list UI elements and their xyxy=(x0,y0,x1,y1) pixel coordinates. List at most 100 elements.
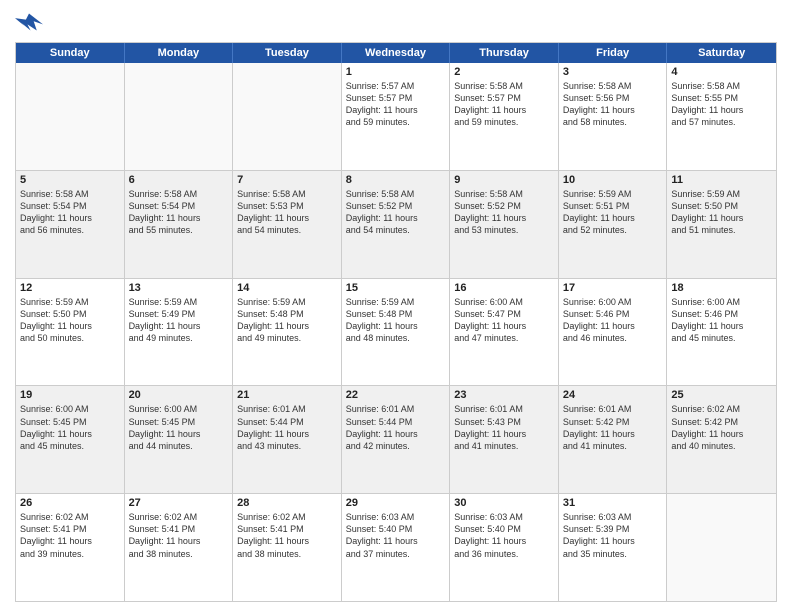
calendar-cell: 17Sunrise: 6:00 AMSunset: 5:46 PMDayligh… xyxy=(559,279,668,386)
calendar-cell: 27Sunrise: 6:02 AMSunset: 5:41 PMDayligh… xyxy=(125,494,234,601)
cell-info-line: and 58 minutes. xyxy=(563,116,663,128)
cell-info-line: Sunset: 5:49 PM xyxy=(129,308,229,320)
cell-info-line: Sunset: 5:53 PM xyxy=(237,200,337,212)
cell-info-line: and 39 minutes. xyxy=(20,548,120,560)
day-number: 6 xyxy=(129,174,229,186)
calendar-cell: 30Sunrise: 6:03 AMSunset: 5:40 PMDayligh… xyxy=(450,494,559,601)
calendar-cell: 21Sunrise: 6:01 AMSunset: 5:44 PMDayligh… xyxy=(233,386,342,493)
day-number: 9 xyxy=(454,174,554,186)
cell-info-line: Sunset: 5:54 PM xyxy=(129,200,229,212)
cell-info-line: and 41 minutes. xyxy=(563,440,663,452)
cell-info-line: and 54 minutes. xyxy=(237,224,337,236)
calendar-cell: 1Sunrise: 5:57 AMSunset: 5:57 PMDaylight… xyxy=(342,63,451,170)
cell-info-line: and 38 minutes. xyxy=(237,548,337,560)
cell-info-line: Sunrise: 6:01 AM xyxy=(346,403,446,415)
cell-info-line: Sunrise: 6:03 AM xyxy=(454,511,554,523)
calendar-cell: 12Sunrise: 5:59 AMSunset: 5:50 PMDayligh… xyxy=(16,279,125,386)
header-day-thursday: Thursday xyxy=(450,43,559,63)
calendar-cell: 15Sunrise: 5:59 AMSunset: 5:48 PMDayligh… xyxy=(342,279,451,386)
day-number: 16 xyxy=(454,282,554,294)
calendar-cell: 4Sunrise: 5:58 AMSunset: 5:55 PMDaylight… xyxy=(667,63,776,170)
calendar-cell: 8Sunrise: 5:58 AMSunset: 5:52 PMDaylight… xyxy=(342,171,451,278)
calendar-cell: 13Sunrise: 5:59 AMSunset: 5:49 PMDayligh… xyxy=(125,279,234,386)
cell-info-line: and 51 minutes. xyxy=(671,224,772,236)
day-number: 28 xyxy=(237,497,337,509)
calendar-cell: 28Sunrise: 6:02 AMSunset: 5:41 PMDayligh… xyxy=(233,494,342,601)
calendar-cell: 2Sunrise: 5:58 AMSunset: 5:57 PMDaylight… xyxy=(450,63,559,170)
calendar-cell: 10Sunrise: 5:59 AMSunset: 5:51 PMDayligh… xyxy=(559,171,668,278)
cell-info-line: Sunset: 5:50 PM xyxy=(671,200,772,212)
calendar-cell: 24Sunrise: 6:01 AMSunset: 5:42 PMDayligh… xyxy=(559,386,668,493)
cell-info-line: Sunrise: 5:59 AM xyxy=(346,296,446,308)
calendar-cell: 26Sunrise: 6:02 AMSunset: 5:41 PMDayligh… xyxy=(16,494,125,601)
calendar-cell: 29Sunrise: 6:03 AMSunset: 5:40 PMDayligh… xyxy=(342,494,451,601)
cell-info-line: Daylight: 11 hours xyxy=(671,104,772,116)
calendar-cell: 23Sunrise: 6:01 AMSunset: 5:43 PMDayligh… xyxy=(450,386,559,493)
cell-info-line: Sunset: 5:55 PM xyxy=(671,92,772,104)
day-number: 7 xyxy=(237,174,337,186)
cell-info-line: Sunrise: 5:59 AM xyxy=(129,296,229,308)
calendar-cell xyxy=(667,494,776,601)
cell-info-line: Daylight: 11 hours xyxy=(454,104,554,116)
cell-info-line: and 40 minutes. xyxy=(671,440,772,452)
cell-info-line: Daylight: 11 hours xyxy=(237,212,337,224)
cell-info-line: Sunset: 5:43 PM xyxy=(454,416,554,428)
day-number: 26 xyxy=(20,497,120,509)
header-day-wednesday: Wednesday xyxy=(342,43,451,63)
cell-info-line: Daylight: 11 hours xyxy=(129,212,229,224)
cell-info-line: and 37 minutes. xyxy=(346,548,446,560)
cell-info-line: Sunset: 5:46 PM xyxy=(563,308,663,320)
calendar-row-3: 19Sunrise: 6:00 AMSunset: 5:45 PMDayligh… xyxy=(16,385,776,493)
cell-info-line: Daylight: 11 hours xyxy=(20,428,120,440)
logo-icon xyxy=(15,10,43,34)
cell-info-line: Daylight: 11 hours xyxy=(563,104,663,116)
calendar-row-0: 1Sunrise: 5:57 AMSunset: 5:57 PMDaylight… xyxy=(16,63,776,170)
cell-info-line: Sunset: 5:48 PM xyxy=(346,308,446,320)
cell-info-line: Sunrise: 5:58 AM xyxy=(671,80,772,92)
calendar-cell: 3Sunrise: 5:58 AMSunset: 5:56 PMDaylight… xyxy=(559,63,668,170)
day-number: 13 xyxy=(129,282,229,294)
day-number: 23 xyxy=(454,389,554,401)
cell-info-line: Sunrise: 5:57 AM xyxy=(346,80,446,92)
day-number: 3 xyxy=(563,66,663,78)
calendar-cell: 31Sunrise: 6:03 AMSunset: 5:39 PMDayligh… xyxy=(559,494,668,601)
day-number: 14 xyxy=(237,282,337,294)
cell-info-line: and 59 minutes. xyxy=(454,116,554,128)
header-day-friday: Friday xyxy=(559,43,668,63)
calendar-cell: 18Sunrise: 6:00 AMSunset: 5:46 PMDayligh… xyxy=(667,279,776,386)
cell-info-line: and 49 minutes. xyxy=(129,332,229,344)
cell-info-line: Daylight: 11 hours xyxy=(346,104,446,116)
cell-info-line: Sunrise: 5:58 AM xyxy=(563,80,663,92)
cell-info-line: and 45 minutes. xyxy=(671,332,772,344)
cell-info-line: Daylight: 11 hours xyxy=(20,212,120,224)
cell-info-line: Daylight: 11 hours xyxy=(671,320,772,332)
header-day-saturday: Saturday xyxy=(667,43,776,63)
logo xyxy=(15,10,47,34)
cell-info-line: and 42 minutes. xyxy=(346,440,446,452)
cell-info-line: Sunset: 5:47 PM xyxy=(454,308,554,320)
cell-info-line: Sunset: 5:39 PM xyxy=(563,523,663,535)
cell-info-line: and 54 minutes. xyxy=(346,224,446,236)
cell-info-line: Daylight: 11 hours xyxy=(237,320,337,332)
cell-info-line: Daylight: 11 hours xyxy=(671,212,772,224)
day-number: 12 xyxy=(20,282,120,294)
cell-info-line: Sunset: 5:40 PM xyxy=(454,523,554,535)
cell-info-line: Sunset: 5:44 PM xyxy=(237,416,337,428)
cell-info-line: and 52 minutes. xyxy=(563,224,663,236)
cell-info-line: Sunset: 5:45 PM xyxy=(20,416,120,428)
cell-info-line: Daylight: 11 hours xyxy=(346,212,446,224)
cell-info-line: Sunset: 5:41 PM xyxy=(20,523,120,535)
day-number: 20 xyxy=(129,389,229,401)
day-number: 27 xyxy=(129,497,229,509)
cell-info-line: Daylight: 11 hours xyxy=(237,428,337,440)
cell-info-line: and 48 minutes. xyxy=(346,332,446,344)
cell-info-line: Daylight: 11 hours xyxy=(454,535,554,547)
cell-info-line: Sunrise: 6:00 AM xyxy=(129,403,229,415)
cell-info-line: Sunset: 5:42 PM xyxy=(671,416,772,428)
cell-info-line: Sunrise: 5:58 AM xyxy=(346,188,446,200)
calendar-cell: 19Sunrise: 6:00 AMSunset: 5:45 PMDayligh… xyxy=(16,386,125,493)
cell-info-line: Daylight: 11 hours xyxy=(563,428,663,440)
cell-info-line: Sunrise: 6:00 AM xyxy=(454,296,554,308)
day-number: 11 xyxy=(671,174,772,186)
cell-info-line: Daylight: 11 hours xyxy=(454,212,554,224)
